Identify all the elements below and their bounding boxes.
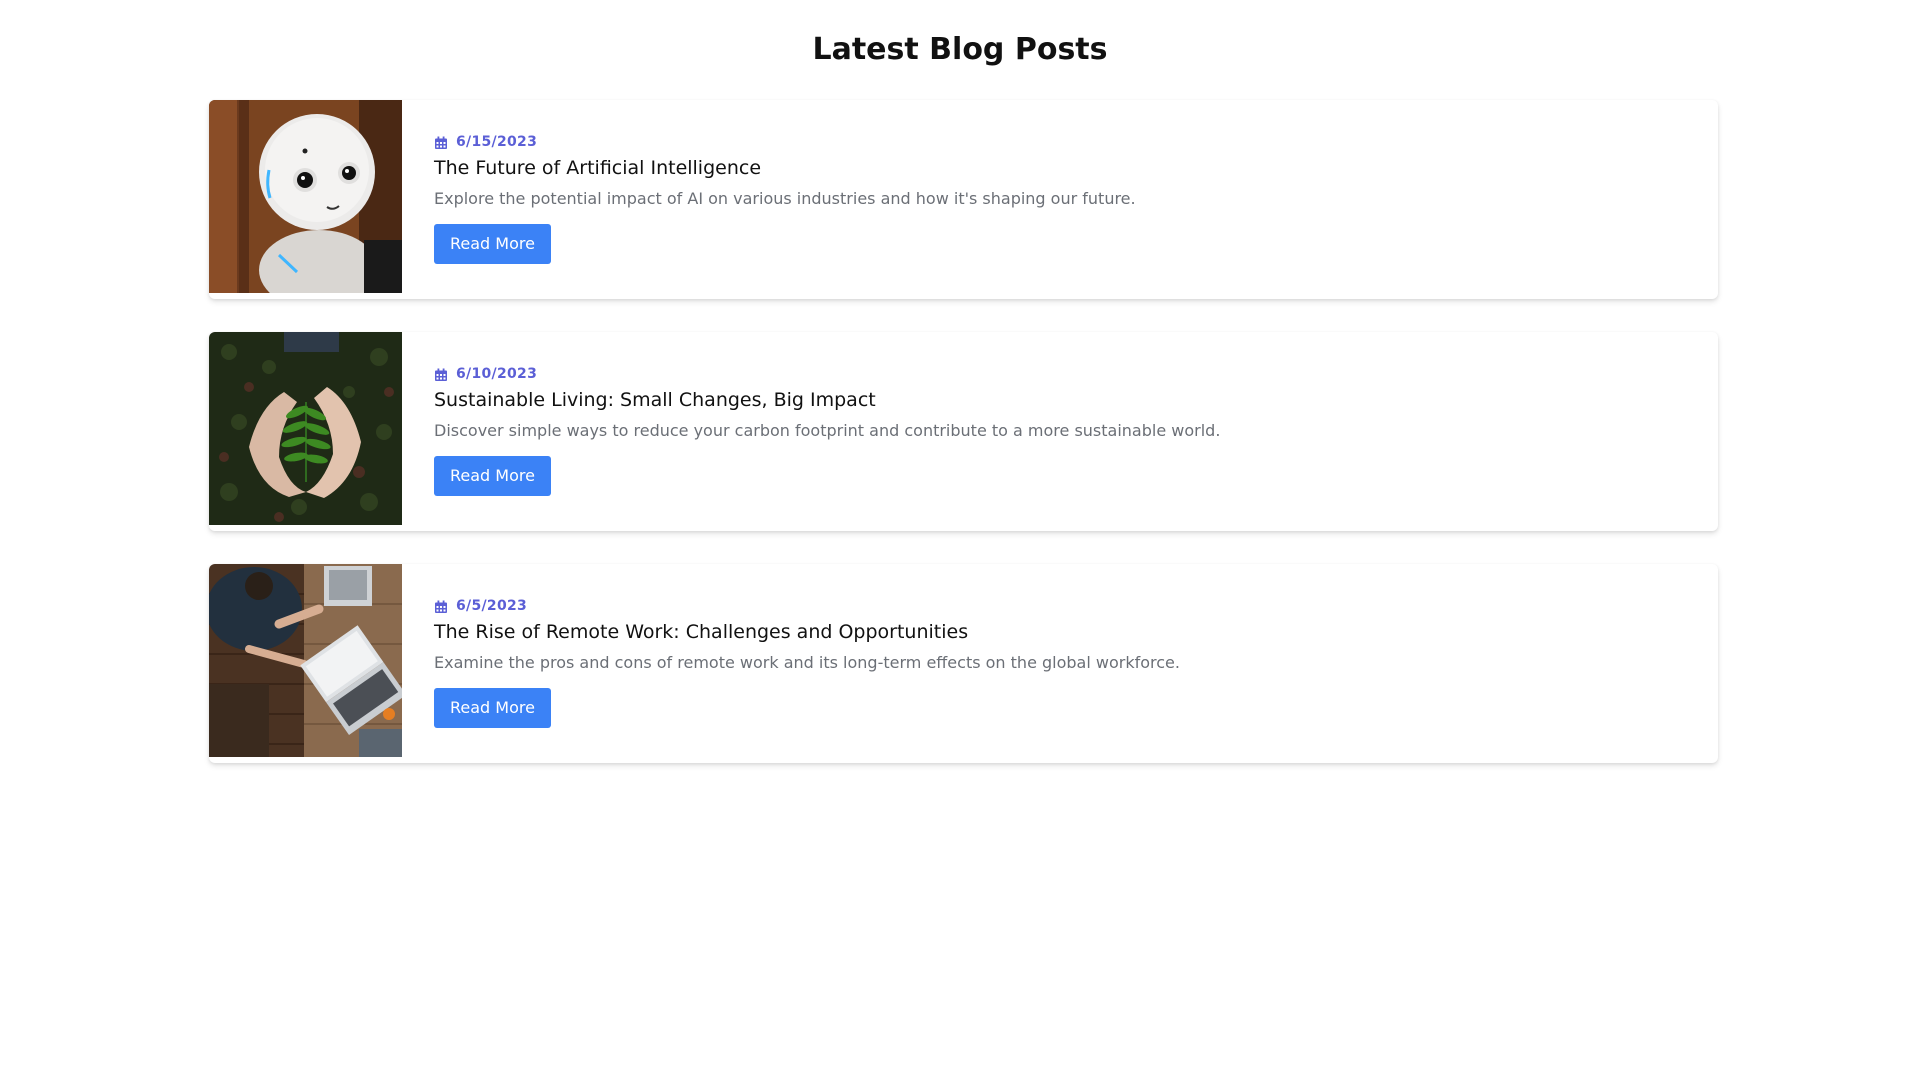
post-body: 6/5/2023 The Rise of Remote Work: Challe… (434, 597, 1694, 728)
post-date-row: 6/10/2023 (434, 365, 1694, 383)
read-more-button[interactable]: Read More (434, 456, 551, 496)
post-thumbnail-robot (209, 100, 402, 293)
post-date: 6/15/2023 (456, 134, 538, 150)
post-title: The Future of Artificial Intelligence (434, 157, 762, 179)
post-date: 6/10/2023 (456, 366, 538, 382)
post-excerpt: Discover simple ways to reduce your carb… (434, 421, 1221, 440)
post-body: 6/15/2023 The Future of Artificial Intel… (434, 133, 1694, 264)
blog-post-card: 6/15/2023 The Future of Artificial Intel… (209, 100, 1718, 299)
post-body: 6/10/2023 Sustainable Living: Small Chan… (434, 365, 1694, 496)
read-more-button[interactable]: Read More (434, 688, 551, 728)
page-title: Latest Blog Posts (812, 32, 1108, 67)
post-excerpt: Explore the potential impact of AI on va… (434, 189, 1136, 208)
post-list: 6/15/2023 The Future of Artificial Intel… (209, 100, 1718, 796)
post-date: 6/5/2023 (456, 598, 528, 614)
post-thumbnail-remote-work (209, 564, 402, 757)
calendar-icon (434, 135, 448, 149)
post-title: The Rise of Remote Work: Challenges and … (434, 621, 969, 643)
read-more-button[interactable]: Read More (434, 224, 551, 264)
post-thumbnail-fern (209, 332, 402, 525)
post-title: Sustainable Living: Small Changes, Big I… (434, 389, 876, 411)
post-date-row: 6/15/2023 (434, 133, 1694, 151)
blog-post-card: 6/5/2023 The Rise of Remote Work: Challe… (209, 564, 1718, 763)
calendar-icon (434, 599, 448, 613)
calendar-icon (434, 367, 448, 381)
blog-post-card: 6/10/2023 Sustainable Living: Small Chan… (209, 332, 1718, 531)
blog-page: Latest Blog Posts 6/15/2023 The Future o… (0, 0, 1920, 1080)
post-date-row: 6/5/2023 (434, 597, 1694, 615)
post-excerpt: Examine the pros and cons of remote work… (434, 653, 1180, 672)
